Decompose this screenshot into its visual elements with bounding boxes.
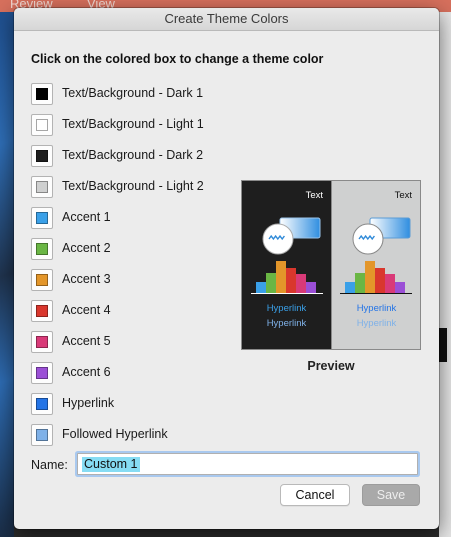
swatch-fill xyxy=(36,119,48,131)
swatch-fill xyxy=(36,274,48,286)
create-theme-colors-dialog: Create Theme Colors Click on the colored… xyxy=(14,8,439,529)
name-input-value: Custom 1 xyxy=(82,457,140,472)
swatch-fill xyxy=(36,212,48,224)
color-row-dark-1: Text/Background - Dark 1 xyxy=(31,83,231,109)
color-swatch-button[interactable] xyxy=(31,362,53,384)
color-row-followed-hyperlink: Followed Hyperlink xyxy=(31,424,231,450)
preview-hyperlink: Hyperlink xyxy=(356,303,397,314)
theme-preview: Text Hyperlink Hyperlink Text Hyperlink … xyxy=(241,180,421,350)
color-swatch-button[interactable] xyxy=(31,176,53,198)
color-row-dark-2: Text/Background - Dark 2 xyxy=(31,145,231,171)
color-swatch-button[interactable] xyxy=(31,83,53,105)
swatch-fill xyxy=(36,88,48,100)
preview-followed-hyperlink: Hyperlink xyxy=(356,318,397,329)
cancel-button[interactable]: Cancel xyxy=(280,484,350,506)
color-row-hyperlink: Hyperlink xyxy=(31,393,231,419)
swatch-fill xyxy=(36,429,48,441)
preview-hyperlink: Hyperlink xyxy=(266,303,307,314)
color-swatch-button[interactable] xyxy=(31,300,53,322)
preview-label: Preview xyxy=(307,359,355,373)
preview-bar-graph xyxy=(340,261,412,294)
dialog-title: Create Theme Colors xyxy=(14,8,439,31)
color-label: Accent 4 xyxy=(62,303,111,317)
color-row-light-2: Text/Background - Light 2 xyxy=(31,176,231,202)
name-label: Name: xyxy=(31,458,68,472)
color-swatch-button[interactable] xyxy=(31,207,53,229)
color-label: Accent 1 xyxy=(62,210,111,224)
color-swatch-button[interactable] xyxy=(31,331,53,353)
background-panel-edge xyxy=(439,12,451,537)
color-row-light-1: Text/Background - Light 1 xyxy=(31,114,231,140)
color-row-accent-5: Accent 5 xyxy=(31,331,231,357)
instruction-text: Click on the colored box to change a the… xyxy=(31,52,324,66)
preview-light-half: Text Hyperlink Hyperlink xyxy=(331,181,420,349)
preview-bar-graph xyxy=(251,261,323,294)
swatch-fill xyxy=(36,181,48,193)
color-row-accent-6: Accent 6 xyxy=(31,362,231,388)
color-row-accent-1: Accent 1 xyxy=(31,207,231,233)
color-swatch-button[interactable] xyxy=(31,269,53,291)
color-label: Accent 3 xyxy=(62,272,111,286)
color-row-accent-3: Accent 3 xyxy=(31,269,231,295)
color-label: Accent 6 xyxy=(62,365,111,379)
color-swatch-button[interactable] xyxy=(31,424,53,446)
swatch-fill xyxy=(36,243,48,255)
background-slide-edge xyxy=(0,12,14,537)
color-label: Text/Background - Light 1 xyxy=(62,117,204,131)
swatch-fill xyxy=(36,367,48,379)
color-label: Text/Background - Light 2 xyxy=(62,179,204,193)
color-label: Text/Background - Dark 2 xyxy=(62,148,204,162)
color-swatch-button[interactable] xyxy=(31,114,53,136)
swatch-fill xyxy=(36,150,48,162)
preview-dark-half: Text Hyperlink Hyperlink xyxy=(242,181,331,349)
color-swatch-button[interactable] xyxy=(31,393,53,415)
color-row-accent-4: Accent 4 xyxy=(31,300,231,326)
color-row-accent-2: Accent 2 xyxy=(31,238,231,264)
swatch-fill xyxy=(36,398,48,410)
color-label: Followed Hyperlink xyxy=(62,427,168,441)
color-swatch-button[interactable] xyxy=(31,238,53,260)
swatch-fill xyxy=(36,336,48,348)
name-input[interactable]: Custom 1 xyxy=(77,453,418,475)
color-label: Hyperlink xyxy=(62,396,115,410)
save-button[interactable]: Save xyxy=(362,484,420,506)
swatch-fill xyxy=(36,305,48,317)
color-swatch-button[interactable] xyxy=(31,145,53,167)
color-label: Accent 2 xyxy=(62,241,111,255)
color-label: Text/Background - Dark 1 xyxy=(62,86,204,100)
color-label: Accent 5 xyxy=(62,334,111,348)
preview-followed-hyperlink: Hyperlink xyxy=(266,318,307,329)
